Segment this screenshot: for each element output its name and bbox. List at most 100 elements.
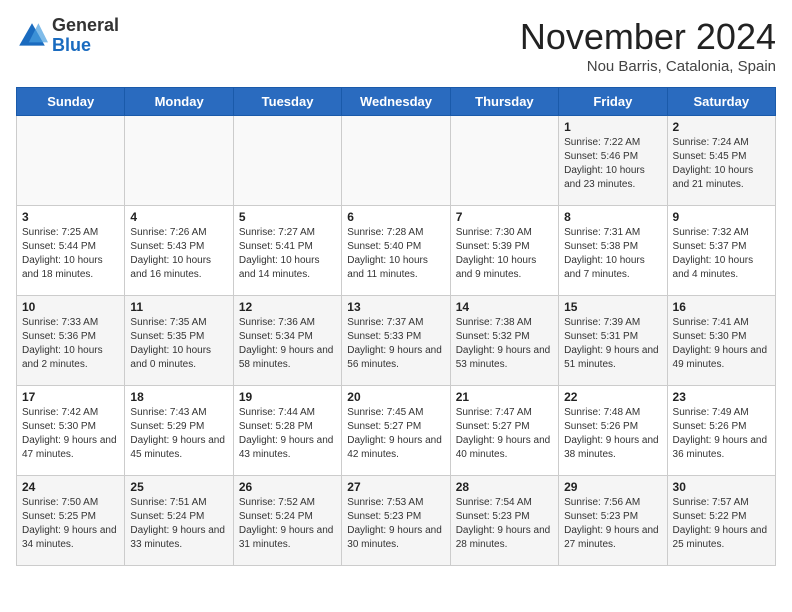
calendar-cell: 13 Sunrise: 7:37 AM Sunset: 5:33 PM Dayli… (342, 296, 450, 386)
day-header-saturday: Saturday (667, 88, 775, 116)
day-number: 13 (347, 300, 444, 314)
day-number: 24 (22, 480, 119, 494)
day-number: 25 (130, 480, 227, 494)
day-number: 23 (673, 390, 770, 404)
calendar-cell: 8 Sunrise: 7:31 AM Sunset: 5:38 PM Daylig… (559, 206, 667, 296)
calendar-week-row: 24 Sunrise: 7:50 AM Sunset: 5:25 PM Dayli… (17, 476, 776, 566)
day-number: 6 (347, 210, 444, 224)
calendar-table: SundayMondayTuesdayWednesdayThursdayFrid… (16, 87, 776, 566)
day-info: Sunrise: 7:41 AM Sunset: 5:30 PM Dayligh… (673, 316, 770, 372)
day-number: 4 (130, 210, 227, 224)
calendar-week-row: 10 Sunrise: 7:33 AM Sunset: 5:36 PM Dayli… (17, 296, 776, 386)
day-number: 19 (239, 390, 336, 404)
day-info: Sunrise: 7:25 AM Sunset: 5:44 PM Dayligh… (22, 226, 119, 282)
location: Nou Barris, Catalonia, Spain (520, 58, 776, 75)
calendar-cell: 3 Sunrise: 7:25 AM Sunset: 5:44 PM Daylig… (17, 206, 125, 296)
day-info: Sunrise: 7:30 AM Sunset: 5:39 PM Dayligh… (456, 226, 553, 282)
calendar-cell (342, 116, 450, 206)
calendar-cell: 21 Sunrise: 7:47 AM Sunset: 5:27 PM Dayli… (450, 386, 558, 476)
day-info: Sunrise: 7:36 AM Sunset: 5:34 PM Dayligh… (239, 316, 336, 372)
day-info: Sunrise: 7:24 AM Sunset: 5:45 PM Dayligh… (673, 136, 770, 192)
day-info: Sunrise: 7:28 AM Sunset: 5:40 PM Dayligh… (347, 226, 444, 282)
day-header-friday: Friday (559, 88, 667, 116)
day-info: Sunrise: 7:39 AM Sunset: 5:31 PM Dayligh… (564, 316, 661, 372)
calendar-cell (125, 116, 233, 206)
day-info: Sunrise: 7:48 AM Sunset: 5:26 PM Dayligh… (564, 406, 661, 462)
calendar-cell (450, 116, 558, 206)
calendar-cell: 11Sunrise: 7:35 AM Sunset: 5:35 PM Dayli… (125, 296, 233, 386)
day-number: 12 (239, 300, 336, 314)
calendar-cell: 19 Sunrise: 7:44 AM Sunset: 5:28 PM Dayli… (233, 386, 341, 476)
day-header-monday: Monday (125, 88, 233, 116)
calendar-week-row: 17Sunrise: 7:42 AM Sunset: 5:30 PM Dayli… (17, 386, 776, 476)
calendar-cell: 20 Sunrise: 7:45 AM Sunset: 5:27 PM Dayli… (342, 386, 450, 476)
calendar-cell: 27 Sunrise: 7:53 AM Sunset: 5:23 PM Dayli… (342, 476, 450, 566)
calendar-cell: 1 Sunrise: 7:22 AM Sunset: 5:46 PM Daylig… (559, 116, 667, 206)
day-info: Sunrise: 7:45 AM Sunset: 5:27 PM Dayligh… (347, 406, 444, 462)
day-header-wednesday: Wednesday (342, 88, 450, 116)
calendar-week-row: 1 Sunrise: 7:22 AM Sunset: 5:46 PM Daylig… (17, 116, 776, 206)
day-number: 14 (456, 300, 553, 314)
header: General Blue November 2024 Nou Barris, C… (16, 16, 776, 75)
logo: General Blue (16, 16, 119, 56)
day-info: Sunrise: 7:31 AM Sunset: 5:38 PM Dayligh… (564, 226, 661, 282)
calendar-cell: 17Sunrise: 7:42 AM Sunset: 5:30 PM Dayli… (17, 386, 125, 476)
day-number: 15 (564, 300, 661, 314)
calendar-cell: 7Sunrise: 7:30 AM Sunset: 5:39 PM Daylig… (450, 206, 558, 296)
day-info: Sunrise: 7:51 AM Sunset: 5:24 PM Dayligh… (130, 496, 227, 552)
day-info: Sunrise: 7:47 AM Sunset: 5:27 PM Dayligh… (456, 406, 553, 462)
day-info: Sunrise: 7:43 AM Sunset: 5:29 PM Dayligh… (130, 406, 227, 462)
calendar-cell: 18 Sunrise: 7:43 AM Sunset: 5:29 PM Dayli… (125, 386, 233, 476)
calendar-cell: 14Sunrise: 7:38 AM Sunset: 5:32 PM Dayli… (450, 296, 558, 386)
calendar-cell: 29Sunrise: 7:56 AM Sunset: 5:23 PM Dayli… (559, 476, 667, 566)
day-number: 28 (456, 480, 553, 494)
day-number: 21 (456, 390, 553, 404)
day-number: 1 (564, 120, 661, 134)
calendar-cell: 5 Sunrise: 7:27 AM Sunset: 5:41 PM Daylig… (233, 206, 341, 296)
day-info: Sunrise: 7:53 AM Sunset: 5:23 PM Dayligh… (347, 496, 444, 552)
day-info: Sunrise: 7:49 AM Sunset: 5:26 PM Dayligh… (673, 406, 770, 462)
day-number: 8 (564, 210, 661, 224)
day-number: 27 (347, 480, 444, 494)
calendar-cell: 26Sunrise: 7:52 AM Sunset: 5:24 PM Dayli… (233, 476, 341, 566)
day-info: Sunrise: 7:37 AM Sunset: 5:33 PM Dayligh… (347, 316, 444, 372)
logo-icon (16, 20, 48, 52)
day-number: 16 (673, 300, 770, 314)
logo-text: General Blue (52, 16, 119, 56)
day-info: Sunrise: 7:54 AM Sunset: 5:23 PM Dayligh… (456, 496, 553, 552)
day-number: 30 (673, 480, 770, 494)
calendar-cell: 16 Sunrise: 7:41 AM Sunset: 5:30 PM Dayli… (667, 296, 775, 386)
day-info: Sunrise: 7:50 AM Sunset: 5:25 PM Dayligh… (22, 496, 119, 552)
day-number: 29 (564, 480, 661, 494)
title-area: November 2024 Nou Barris, Catalonia, Spa… (520, 16, 776, 75)
day-number: 18 (130, 390, 227, 404)
calendar-cell: 10 Sunrise: 7:33 AM Sunset: 5:36 PM Dayli… (17, 296, 125, 386)
day-number: 9 (673, 210, 770, 224)
day-number: 3 (22, 210, 119, 224)
day-number: 11 (130, 300, 227, 314)
calendar-cell: 9 Sunrise: 7:32 AM Sunset: 5:37 PM Daylig… (667, 206, 775, 296)
calendar-week-row: 3 Sunrise: 7:25 AM Sunset: 5:44 PM Daylig… (17, 206, 776, 296)
calendar-cell: 22Sunrise: 7:48 AM Sunset: 5:26 PM Dayli… (559, 386, 667, 476)
day-info: Sunrise: 7:22 AM Sunset: 5:46 PM Dayligh… (564, 136, 661, 192)
day-header-tuesday: Tuesday (233, 88, 341, 116)
calendar-cell (233, 116, 341, 206)
day-number: 10 (22, 300, 119, 314)
day-info: Sunrise: 7:33 AM Sunset: 5:36 PM Dayligh… (22, 316, 119, 372)
calendar-cell: 15 Sunrise: 7:39 AM Sunset: 5:31 PM Dayli… (559, 296, 667, 386)
calendar-cell: 6 Sunrise: 7:28 AM Sunset: 5:40 PM Daylig… (342, 206, 450, 296)
month-title: November 2024 (520, 16, 776, 58)
day-info: Sunrise: 7:44 AM Sunset: 5:28 PM Dayligh… (239, 406, 336, 462)
day-number: 26 (239, 480, 336, 494)
calendar-cell: 4Sunrise: 7:26 AM Sunset: 5:43 PM Daylig… (125, 206, 233, 296)
day-number: 20 (347, 390, 444, 404)
day-info: Sunrise: 7:42 AM Sunset: 5:30 PM Dayligh… (22, 406, 119, 462)
calendar-cell (17, 116, 125, 206)
day-number: 5 (239, 210, 336, 224)
calendar-cell: 2Sunrise: 7:24 AM Sunset: 5:45 PM Daylig… (667, 116, 775, 206)
day-info: Sunrise: 7:27 AM Sunset: 5:41 PM Dayligh… (239, 226, 336, 282)
calendar-header-row: SundayMondayTuesdayWednesdayThursdayFrid… (17, 88, 776, 116)
day-header-thursday: Thursday (450, 88, 558, 116)
day-info: Sunrise: 7:32 AM Sunset: 5:37 PM Dayligh… (673, 226, 770, 282)
day-info: Sunrise: 7:57 AM Sunset: 5:22 PM Dayligh… (673, 496, 770, 552)
